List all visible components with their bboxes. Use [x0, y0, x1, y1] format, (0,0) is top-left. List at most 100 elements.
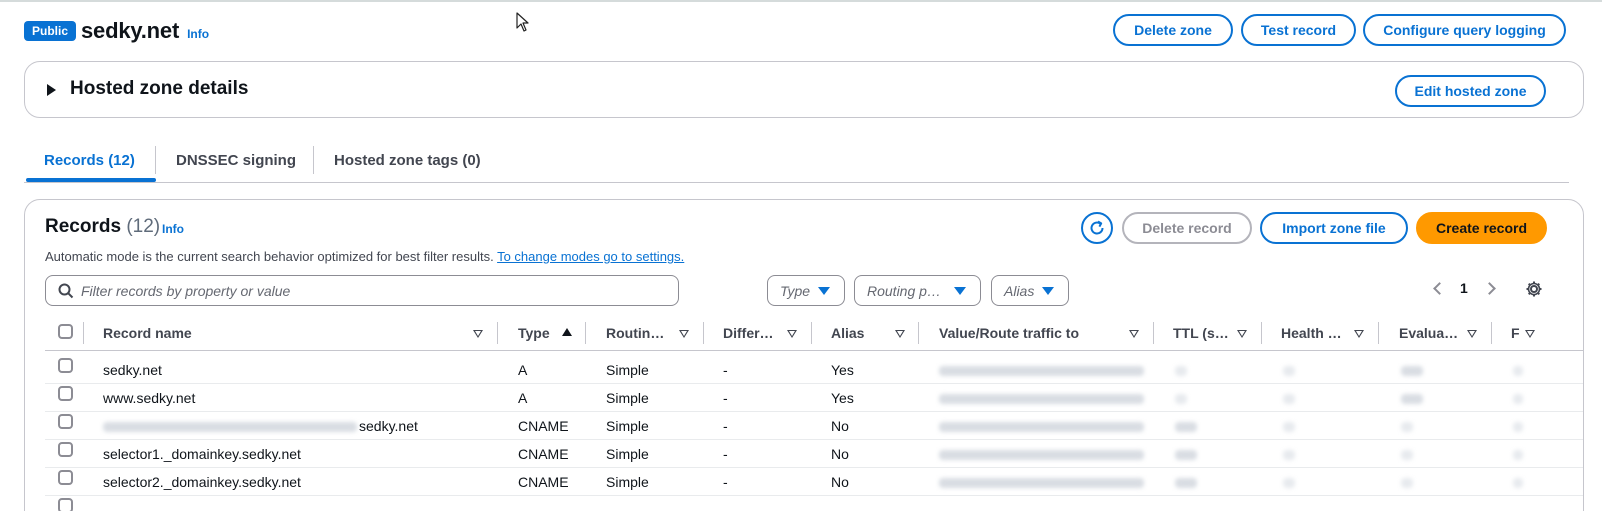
table-row[interactable]: sedky.net A Simple - Yes	[45, 356, 1583, 384]
column-separator	[83, 322, 84, 344]
alias-filter-select[interactable]: Alias	[991, 275, 1069, 306]
column-header-ttl[interactable]: TTL (s…	[1173, 325, 1229, 341]
record-differentiator: -	[723, 446, 728, 462]
redacted-value	[939, 450, 1144, 460]
record-alias: No	[831, 474, 849, 490]
record-name[interactable]: selector2._domainkey.sedky.net	[103, 474, 301, 490]
redacted-ttl	[1175, 422, 1197, 432]
type-filter-select[interactable]: Type	[767, 275, 845, 306]
sort-icon[interactable]	[473, 330, 483, 338]
row-checkbox[interactable]	[58, 470, 73, 485]
record-type: CNAME	[518, 474, 569, 490]
record-routing: Simple	[606, 418, 649, 434]
tab-separator	[155, 146, 156, 174]
configure-query-logging-button[interactable]: Configure query logging	[1363, 14, 1566, 46]
record-type: A	[518, 390, 528, 406]
search-mode-description: Automatic mode is the current search beh…	[45, 249, 684, 264]
tab-dnssec-signing[interactable]: DNSSEC signing	[176, 140, 296, 180]
column-separator[interactable]	[497, 322, 498, 344]
routing-filter-select[interactable]: Routing p…	[854, 275, 981, 306]
hosted-zone-details-title[interactable]: Hosted zone details	[70, 78, 248, 100]
table-header: Record name Type Routin… Differ… Alias V…	[45, 318, 1583, 351]
column-separator[interactable]	[1153, 322, 1154, 344]
row-checkbox[interactable]	[58, 498, 73, 511]
table-row[interactable]: www.sedky.net A Simple - Yes	[45, 384, 1583, 412]
record-name[interactable]: sedky.net	[359, 418, 418, 434]
column-separator[interactable]	[585, 322, 586, 344]
column-separator[interactable]	[811, 322, 812, 344]
sort-icon[interactable]	[1237, 330, 1247, 338]
tab-records[interactable]: Records (12)	[44, 140, 135, 180]
record-name[interactable]: selector1._domainkey.sedky.net	[103, 446, 301, 462]
column-header-record-name[interactable]: Record name	[103, 325, 192, 341]
sort-icon[interactable]	[1354, 330, 1364, 338]
table-row[interactable]: selector2._domainkey.sedky.net CNAME Sim…	[45, 468, 1583, 496]
record-alias: No	[831, 418, 849, 434]
sort-icon[interactable]	[1467, 330, 1477, 338]
record-type: A	[518, 362, 528, 378]
table-row[interactable]: sedky.net CNAME Simple - No	[45, 412, 1583, 440]
redacted-evaluate	[1401, 366, 1423, 376]
alias-filter-label: Alias	[1004, 282, 1035, 299]
column-separator[interactable]	[1261, 322, 1262, 344]
records-count: (12)	[126, 216, 161, 237]
expand-caret-icon[interactable]	[47, 84, 56, 96]
create-record-button[interactable]: Create record	[1416, 212, 1547, 244]
hosted-zone-details-panel: Hosted zone details Edit hosted zone	[24, 61, 1584, 118]
row-checkbox[interactable]	[58, 442, 73, 457]
table-row[interactable]: selector1._domainkey.sedky.net CNAME Sim…	[45, 440, 1583, 468]
sort-icon[interactable]	[1525, 330, 1535, 338]
column-separator[interactable]	[1491, 322, 1492, 344]
redacted-health	[1283, 422, 1295, 432]
records-heading: Records	[45, 216, 122, 237]
row-checkbox[interactable]	[58, 414, 73, 429]
redacted-evaluate	[1401, 394, 1423, 404]
top-divider	[0, 0, 1602, 2]
tab-separator	[313, 146, 314, 174]
gear-icon[interactable]	[1525, 280, 1543, 298]
column-header-differentiator[interactable]: Differ…	[723, 325, 774, 341]
header-info-link[interactable]: Info	[187, 27, 209, 41]
records-info-link[interactable]: Info	[162, 222, 184, 236]
column-header-health-check[interactable]: Health …	[1281, 325, 1342, 341]
sort-icon[interactable]	[1129, 330, 1139, 338]
next-page-icon[interactable]	[1483, 282, 1496, 295]
record-routing: Simple	[606, 362, 649, 378]
filter-search	[45, 275, 679, 306]
test-record-button[interactable]: Test record	[1241, 14, 1356, 46]
redacted-ttl	[1175, 450, 1197, 460]
select-all-checkbox[interactable]	[58, 324, 73, 339]
sort-icon[interactable]	[787, 330, 797, 338]
import-zone-file-button[interactable]: Import zone file	[1260, 212, 1408, 244]
redacted-f	[1513, 450, 1523, 460]
edit-hosted-zone-button[interactable]: Edit hosted zone	[1395, 75, 1546, 107]
record-name[interactable]: www.sedky.net	[103, 390, 195, 406]
sort-icon[interactable]	[679, 330, 689, 338]
column-separator[interactable]	[703, 322, 704, 344]
sort-icon[interactable]	[895, 330, 905, 338]
column-header-evaluate-health[interactable]: Evalua…	[1399, 325, 1458, 341]
column-header-f[interactable]: F	[1511, 325, 1520, 341]
record-name[interactable]: sedky.net	[103, 362, 162, 378]
search-input[interactable]	[81, 280, 661, 302]
redacted-health	[1283, 394, 1295, 404]
settings-link[interactable]: To change modes go to settings.	[497, 249, 684, 264]
column-separator[interactable]	[918, 322, 919, 344]
redacted-f	[1513, 478, 1523, 488]
row-checkbox[interactable]	[58, 386, 73, 401]
column-separator[interactable]	[1378, 322, 1379, 344]
delete-record-button[interactable]: Delete record	[1122, 212, 1252, 244]
current-page[interactable]: 1	[1460, 280, 1468, 296]
column-header-alias[interactable]: Alias	[831, 325, 864, 341]
sort-ascending-icon[interactable]	[562, 328, 572, 336]
redacted-value	[939, 394, 1144, 404]
previous-page-icon[interactable]	[1433, 282, 1446, 295]
delete-zone-button[interactable]: Delete zone	[1113, 14, 1233, 46]
column-header-value[interactable]: Value/Route traffic to	[939, 325, 1079, 341]
row-checkbox[interactable]	[58, 358, 73, 373]
column-header-routing[interactable]: Routin…	[606, 325, 664, 341]
refresh-button[interactable]	[1081, 212, 1113, 244]
tab-hosted-zone-tags[interactable]: Hosted zone tags (0)	[334, 140, 481, 180]
column-header-type[interactable]: Type	[518, 325, 550, 341]
record-differentiator: -	[723, 362, 728, 378]
